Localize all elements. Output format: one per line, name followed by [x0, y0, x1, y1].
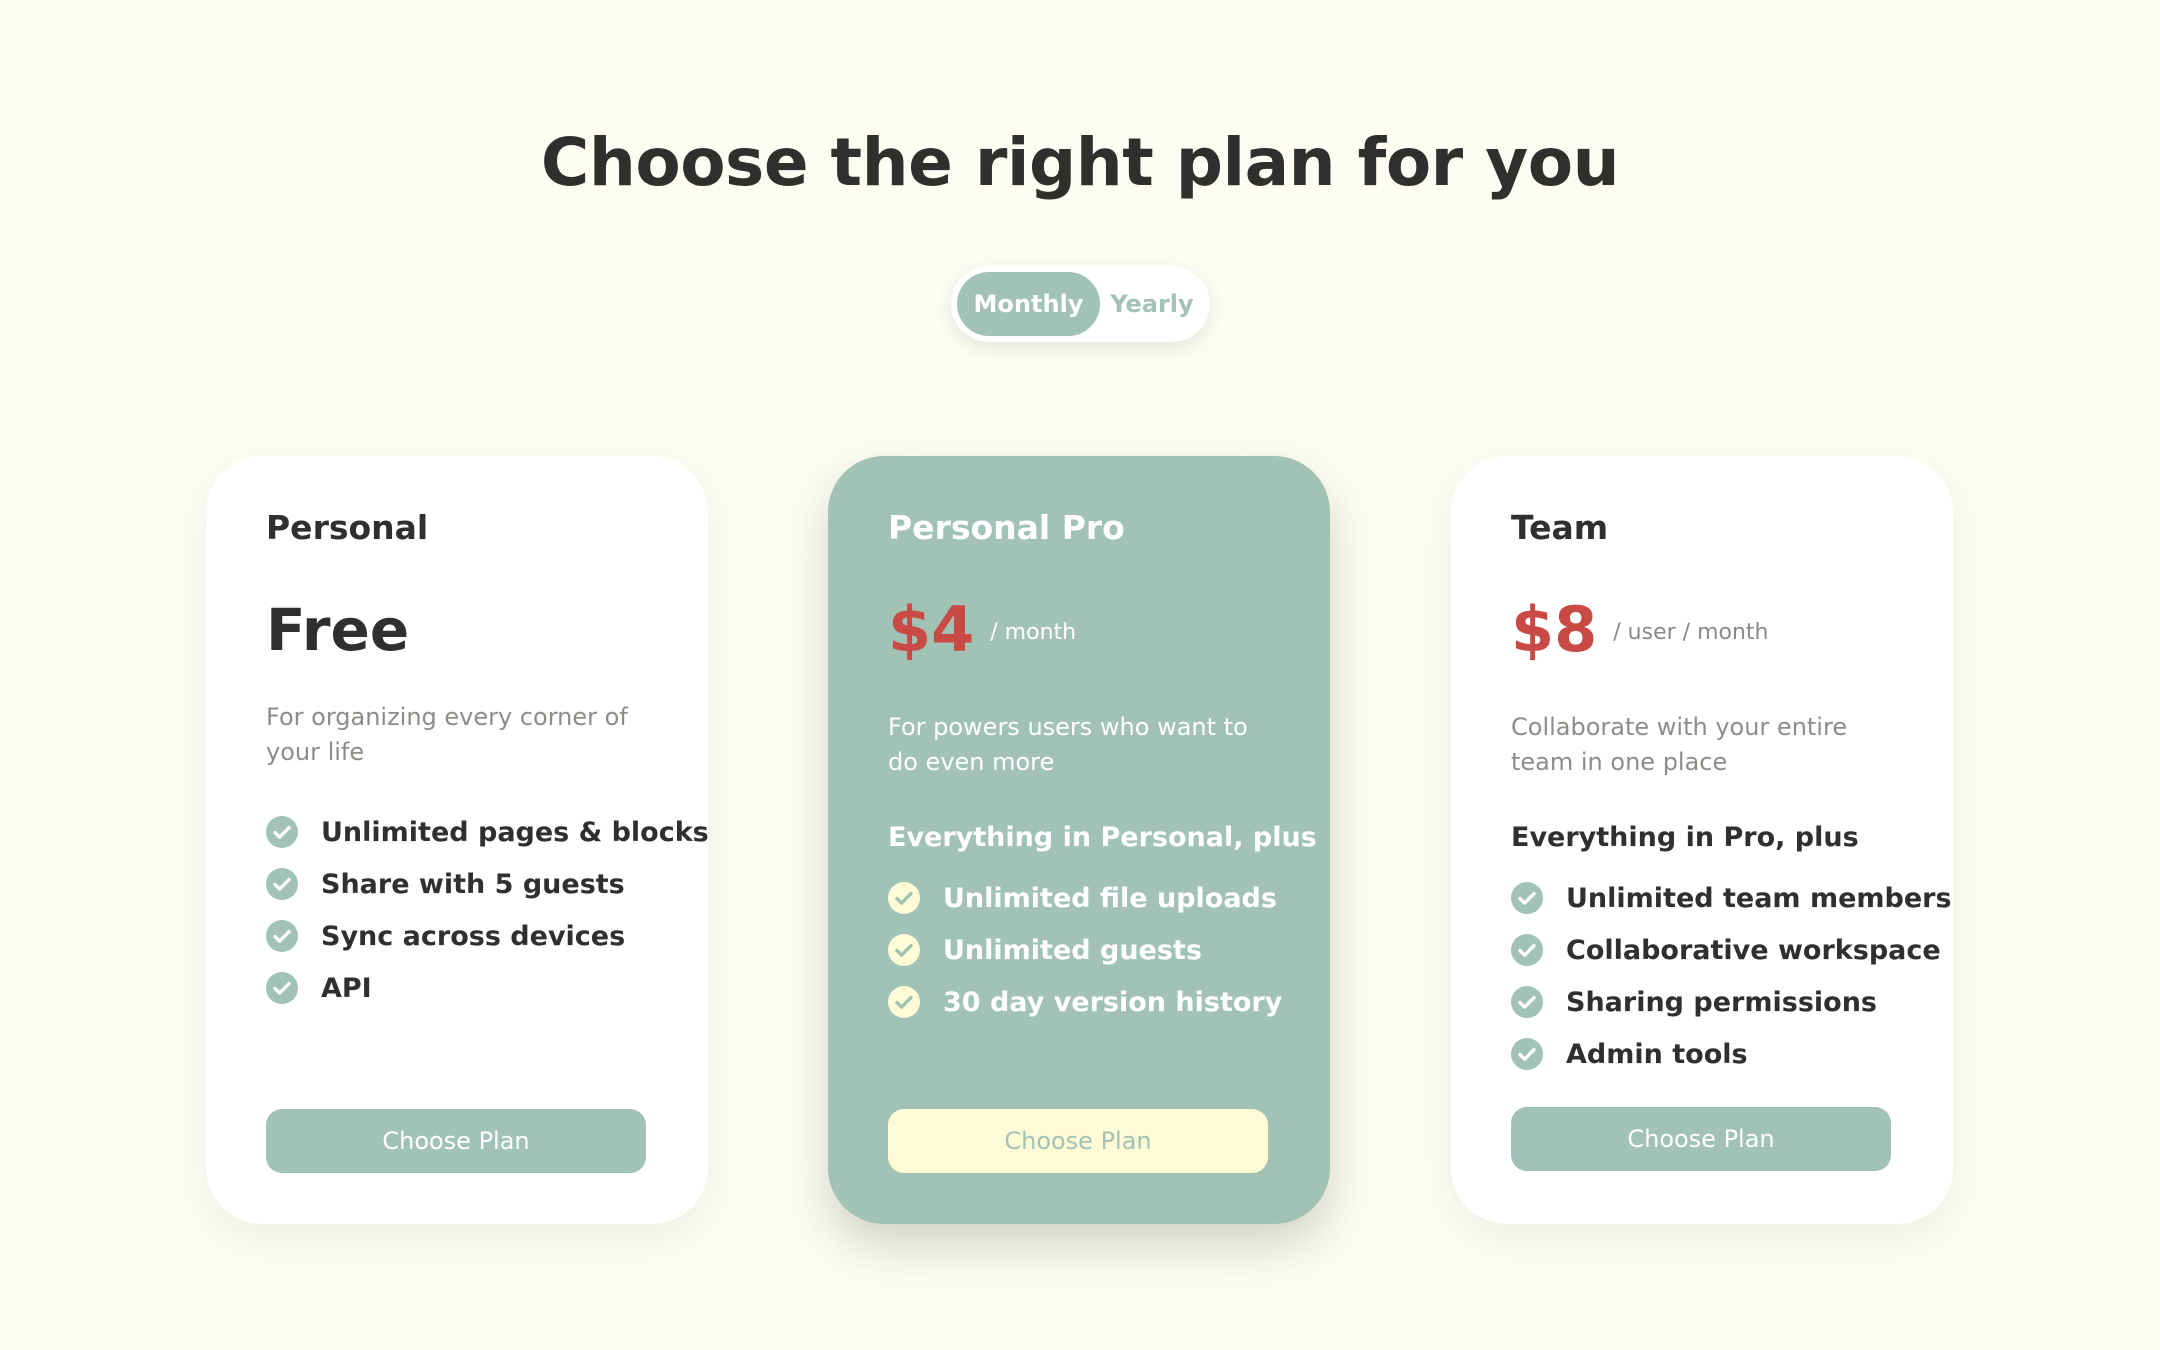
plan-card-personal: Personal Free For organizing every corne…: [206, 456, 709, 1224]
price-unit: / user / month: [1613, 620, 1769, 645]
price-row: $4 / month: [888, 590, 1076, 670]
feature-label: 30 day version history: [943, 986, 1283, 1018]
check-circle-icon: [1511, 986, 1543, 1018]
price-unit: / month: [990, 620, 1077, 645]
feature-list: Unlimited team members Collaborative wor…: [1511, 872, 1952, 1080]
feature-item: Collaborative workspace: [1511, 924, 1952, 976]
choose-plan-button-personal[interactable]: Choose Plan: [266, 1109, 646, 1173]
check-circle-icon: [1511, 1038, 1543, 1070]
check-circle-icon: [888, 882, 920, 914]
plan-name: Personal: [266, 508, 429, 547]
toggle-monthly-option[interactable]: Monthly: [957, 272, 1100, 336]
feature-label: Share with 5 guests: [321, 868, 625, 900]
feature-item: 30 day version history: [888, 976, 1282, 1028]
feature-label: API: [321, 972, 372, 1004]
feature-label: Unlimited pages & blocks: [321, 816, 709, 848]
feature-item: Sharing permissions: [1511, 976, 1952, 1028]
plan-price: $8: [1511, 593, 1598, 666]
choose-plan-button-team[interactable]: Choose Plan: [1511, 1107, 1891, 1171]
feature-list: Unlimited pages & blocks Share with 5 gu…: [266, 806, 709, 1014]
feature-item: Sync across devices: [266, 910, 709, 962]
check-circle-icon: [888, 934, 920, 966]
feature-item: Unlimited pages & blocks: [266, 806, 709, 858]
price-row: $8 / user / month: [1511, 590, 1768, 670]
check-circle-icon: [266, 920, 298, 952]
features-heading: Everything in Personal, plus: [888, 822, 1317, 853]
choose-plan-button-personal-pro[interactable]: Choose Plan: [888, 1109, 1268, 1173]
feature-item: Admin tools: [1511, 1028, 1952, 1080]
feature-item: API: [266, 962, 709, 1014]
plan-card-team: Team $8 / user / month Collaborate with …: [1451, 456, 1953, 1224]
feature-label: Sync across devices: [321, 920, 626, 952]
price-row: Free: [266, 590, 409, 670]
check-circle-icon: [266, 868, 298, 900]
feature-label: Unlimited team members: [1566, 882, 1952, 914]
feature-item: Unlimited team members: [1511, 872, 1952, 924]
billing-period-toggle: Monthly Yearly: [951, 266, 1210, 342]
features-heading: Everything in Pro, plus: [1511, 822, 1859, 853]
feature-label: Unlimited guests: [943, 934, 1202, 966]
plan-card-personal-pro: Personal Pro $4 / month For powers users…: [828, 456, 1330, 1224]
page-title: Choose the right plan for you: [540, 124, 1620, 201]
check-circle-icon: [266, 972, 298, 1004]
plan-price: Free: [266, 596, 410, 664]
plan-description: For powers users who want to do even mor…: [888, 713, 1248, 776]
plan-description: For organizing every corner of your life: [266, 703, 628, 766]
feature-label: Unlimited file uploads: [943, 882, 1277, 914]
feature-item: Unlimited file uploads: [888, 872, 1282, 924]
plan-description: Collaborate with your entire team in one…: [1511, 713, 1848, 776]
feature-label: Sharing permissions: [1566, 986, 1877, 1018]
feature-item: Share with 5 guests: [266, 858, 709, 910]
check-circle-icon: [1511, 934, 1543, 966]
feature-label: Collaborative workspace: [1566, 934, 1941, 966]
check-circle-icon: [1511, 882, 1543, 914]
plan-name: Team: [1511, 508, 1609, 547]
check-circle-icon: [266, 816, 298, 848]
toggle-yearly-option[interactable]: Yearly: [1101, 272, 1203, 336]
check-circle-icon: [888, 986, 920, 1018]
feature-label: Admin tools: [1566, 1038, 1748, 1070]
plan-name: Personal Pro: [888, 508, 1125, 547]
plan-price: $4: [888, 593, 975, 666]
feature-list: Unlimited file uploads Unlimited guests …: [888, 872, 1282, 1028]
feature-item: Unlimited guests: [888, 924, 1282, 976]
